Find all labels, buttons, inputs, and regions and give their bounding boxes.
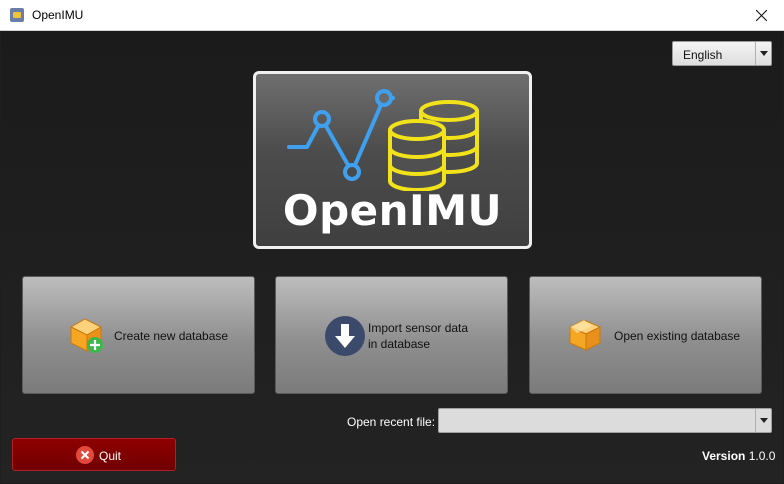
create-database-button[interactable]: Create new database — [22, 276, 255, 394]
title-bar: OpenIMU — [0, 0, 784, 31]
quit-button[interactable]: Quit — [12, 438, 176, 471]
openimu-app-icon — [10, 8, 24, 22]
openimu-logo: OpenIMU — [253, 71, 532, 249]
logo-graphic-icon — [287, 89, 479, 191]
import-data-label-line2: in database — [368, 337, 431, 351]
recent-file-select[interactable] — [438, 408, 772, 433]
close-window-button[interactable] — [738, 0, 784, 31]
open-database-button[interactable]: Open existing database — [529, 276, 762, 394]
close-icon — [755, 10, 767, 21]
download-arrow-icon — [325, 316, 365, 356]
chevron-down-icon[interactable] — [755, 42, 771, 65]
logo-text: OpenIMU — [282, 186, 503, 235]
main-window: English OpenIMU Create new database Impo… — [1, 31, 783, 483]
window-title: OpenIMU — [32, 8, 84, 22]
database-open-icon — [568, 319, 602, 351]
import-data-button[interactable]: Import sensor data in database — [275, 276, 508, 394]
version-label: Version — [702, 449, 746, 463]
language-select[interactable]: English — [672, 41, 772, 66]
recent-file-label: Open recent file: — [347, 415, 436, 429]
version-value: 1.0.0 — [748, 449, 776, 463]
database-add-icon — [69, 318, 103, 353]
create-database-label: Create new database — [114, 329, 229, 343]
chevron-down-icon[interactable] — [755, 409, 771, 432]
close-circle-icon — [76, 446, 94, 464]
version-info: Version 1.0.0 — [702, 449, 775, 463]
quit-label: Quit — [99, 449, 122, 463]
language-value: English — [683, 48, 723, 62]
open-database-label: Open existing database — [614, 329, 741, 343]
import-data-label-line1: Import sensor data — [368, 321, 469, 335]
